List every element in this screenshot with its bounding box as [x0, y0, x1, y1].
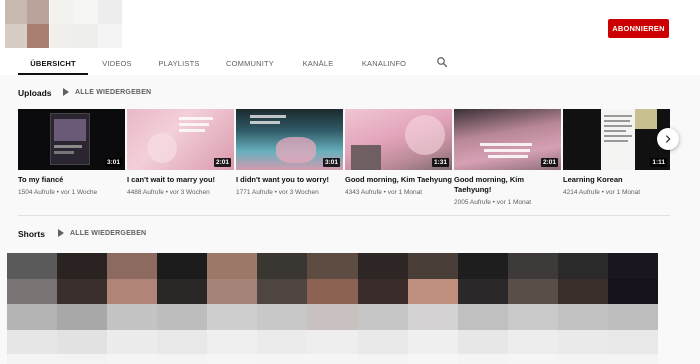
- play-icon: [63, 88, 69, 96]
- video-thumbnail[interactable]: 1:11: [563, 109, 670, 170]
- channel-tabs: ÜBERSICHT VIDEOS PLAYLISTS COMMUNITY KAN…: [0, 52, 700, 75]
- play-all-label: ALLE WIEDERGEBEN: [75, 88, 152, 96]
- video-title[interactable]: I can't wait to marry you!: [127, 175, 234, 185]
- video-title[interactable]: To my fiancé: [18, 175, 125, 185]
- video-thumbnail[interactable]: 2:01: [127, 109, 234, 170]
- video-card[interactable]: 3:01 I didn't want you to worry! 1771 Au…: [236, 109, 343, 197]
- video-title[interactable]: Good morning, Kim Taehyung: [345, 175, 452, 185]
- video-thumbnail[interactable]: 3:01: [236, 109, 343, 170]
- video-thumbnail[interactable]: 3:01: [18, 109, 125, 170]
- play-all-label: ALLE WIEDERGEBEN: [70, 229, 147, 237]
- channel-avatar[interactable]: [5, 0, 49, 48]
- video-meta: 4214 Aufrufe • vor 1 Monat: [563, 189, 641, 196]
- video-card[interactable]: 3:01 To my fiancé 1504 Aufrufe • vor 1 W…: [18, 109, 125, 197]
- tab-uebersicht[interactable]: ÜBERSICHT: [18, 52, 88, 75]
- video-meta: 4343 Aufrufe • vor 1 Monat: [345, 189, 423, 196]
- uploads-play-all-button[interactable]: ALLE WIEDERGEBEN: [63, 88, 151, 96]
- search-icon[interactable]: [436, 56, 448, 68]
- tab-kanaele[interactable]: KANÄLE: [296, 52, 340, 75]
- video-duration: 2:01: [213, 158, 231, 167]
- channel-header: ABONNIEREN ÜBERSICHT VIDEOS PLAYLISTS CO…: [0, 0, 700, 75]
- video-card[interactable]: 1:31 Good morning, Kim Taehyung 4343 Auf…: [345, 109, 452, 197]
- shorts-play-all-button[interactable]: ALLE WIEDERGEBEN: [58, 229, 146, 237]
- video-title[interactable]: I didn't want you to worry!: [236, 175, 343, 185]
- channel-page: ABONNIEREN ÜBERSICHT VIDEOS PLAYLISTS CO…: [0, 0, 700, 364]
- video-title[interactable]: Good morning, Kim Taehyung!: [454, 175, 561, 195]
- tab-playlists[interactable]: PLAYLISTS: [152, 52, 206, 75]
- tab-kanalinfo[interactable]: KANALINFO: [356, 52, 412, 75]
- next-button[interactable]: [657, 128, 679, 150]
- video-duration: 3:01: [322, 158, 340, 167]
- uploads-title[interactable]: Uploads: [18, 88, 52, 98]
- video-meta: 1504 Aufrufe • vor 1 Woche: [18, 189, 98, 196]
- video-duration: 1:31: [431, 158, 449, 167]
- video-meta: 2005 Aufrufe • vor 1 Monat: [454, 199, 532, 206]
- shorts-thumbnails[interactable]: [7, 253, 658, 364]
- video-title[interactable]: Learning Korean: [563, 175, 670, 185]
- channel-banner-thumb: [50, 0, 130, 48]
- tab-community[interactable]: COMMUNITY: [220, 52, 280, 75]
- video-duration: 3:01: [104, 158, 122, 167]
- video-duration: 1:11: [650, 158, 667, 167]
- shorts-title[interactable]: Shorts: [18, 229, 45, 239]
- video-thumbnail[interactable]: 1:31: [345, 109, 452, 170]
- subscribe-button[interactable]: ABONNIEREN: [608, 19, 669, 38]
- section-divider: [18, 215, 670, 216]
- video-card[interactable]: 2:01 I can't wait to marry you! 4488 Auf…: [127, 109, 234, 197]
- active-tab-indicator: [18, 73, 88, 75]
- video-card[interactable]: 2:01 Good morning, Kim Taehyung! 2005 Au…: [454, 109, 561, 207]
- video-meta: 1771 Aufrufe • vor 3 Wochen: [236, 189, 319, 196]
- chevron-right-icon: [665, 135, 671, 143]
- tab-videos[interactable]: VIDEOS: [94, 52, 140, 75]
- video-card[interactable]: 1:11 Learning Korean 4214 Aufrufe • vor …: [563, 109, 670, 197]
- video-thumbnail[interactable]: 2:01: [454, 109, 561, 170]
- play-icon: [58, 229, 64, 237]
- video-meta: 4488 Aufrufe • vor 3 Wochen: [127, 189, 210, 196]
- video-duration: 2:01: [540, 158, 558, 167]
